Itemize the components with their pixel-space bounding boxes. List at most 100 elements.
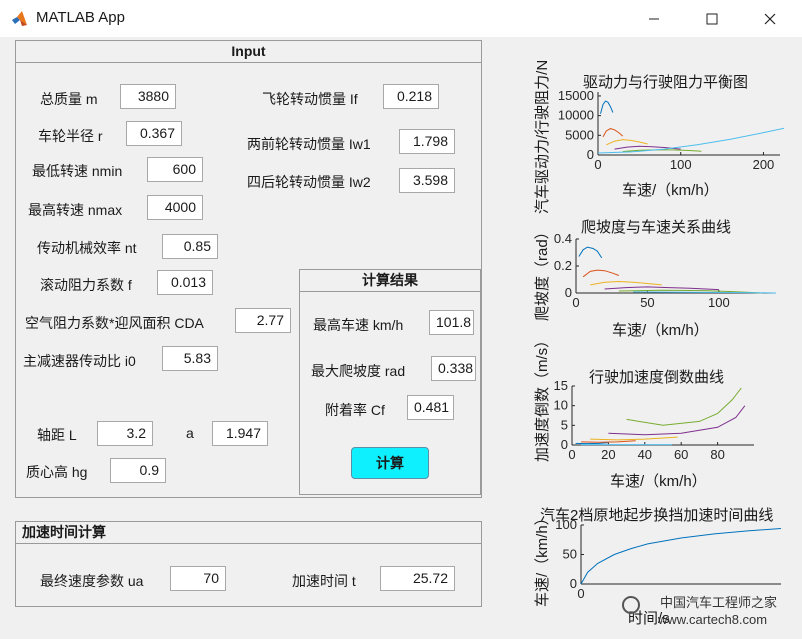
cda-field[interactable]: 2.77 (235, 308, 291, 333)
chart1-xlabel: 车速/（km/h） (622, 182, 719, 199)
chart3-x-tick-label: 80 (710, 447, 724, 462)
minimize-icon (649, 18, 659, 19)
chart3-title: 行驶加速度倒数曲线 (589, 369, 725, 386)
rolling-resistance-field[interactable]: 0.013 (157, 270, 213, 295)
a-label: a (186, 425, 194, 441)
rear-wheel-inertia-field[interactable]: 3.598 (399, 168, 455, 193)
chart3-x-tick-label: 0 (568, 447, 575, 462)
chart3-xlabel: 车速/（km/h） (610, 473, 707, 490)
chart2-series-line (582, 269, 620, 278)
chart2-title: 爬坡度与车速关系曲线 (581, 219, 732, 236)
i0-field[interactable]: 5.83 (162, 346, 218, 371)
chart3-ylabel: 加速度倒数（m/s） (534, 332, 551, 462)
chart3-series-line (626, 387, 742, 426)
max-speed-field[interactable]: 101.8 (429, 310, 474, 335)
chart1-series-line (597, 127, 785, 154)
chart1-series-line (600, 100, 614, 114)
chart1-plot: 0 100 200050001000015000 (558, 88, 785, 172)
front-wheel-inertia-label: 两前轮转动惯量 Iw1 (247, 136, 371, 152)
chart2-plot: 0 50 100 0 0.2 0.4 (554, 231, 777, 310)
watermark: 中国汽车工程师之家 www.cartech8.com (620, 588, 802, 636)
adhesion-field[interactable]: 0.481 (407, 395, 454, 420)
chart4-x-tick-label: 0 (577, 586, 584, 601)
adhesion-label: 附着率 Cf (325, 402, 385, 418)
chart2-x-tick-label: 50 (640, 295, 654, 310)
chart3-y-tick-label: 0 (561, 437, 568, 452)
chart3-y-tick-label: 10 (554, 398, 568, 413)
max-speed-label: 最高车速 km/h (313, 317, 404, 333)
efficiency-field[interactable]: 0.85 (162, 234, 218, 259)
close-icon (764, 13, 776, 24)
wheel-radius-field[interactable]: 0.367 (126, 121, 182, 146)
maximize-button[interactable] (683, 0, 741, 37)
chart2-series-line (604, 286, 719, 291)
cda-label: 空气阻力系数*迎风面积 CDA (25, 315, 204, 331)
chart2-series-line (590, 280, 662, 286)
accel-panel-title: 加速时间计算 (16, 522, 481, 544)
mass-label: 总质量 m (40, 91, 98, 107)
wheelbase-field[interactable]: 3.2 (97, 421, 153, 446)
input-panel-title: Input (16, 41, 481, 63)
nmax-label: 最高转速 nmax (28, 202, 123, 218)
watermark-name: 中国汽车工程师之家 (660, 595, 778, 610)
flywheel-inertia-label: 飞轮转动惯量 If (262, 91, 358, 107)
wheel-radius-label: 车轮半径 r (38, 128, 103, 144)
matlab-logo-icon (12, 11, 27, 26)
chart1-y-tick-label: 15000 (558, 88, 594, 103)
chart4-ylabel: 车速/（km/h） (534, 510, 551, 607)
rolling-resistance-label: 滚动阻力系数 f (40, 277, 132, 293)
chart1-y-tick-label: 0 (587, 147, 594, 162)
mass-field[interactable]: 3880 (120, 84, 176, 109)
chart3-x-tick-label: 40 (638, 447, 652, 462)
chart4-y-tick-label: 100 (555, 517, 577, 532)
chart1-y-tick-label: 10000 (558, 108, 594, 123)
nmin-field[interactable]: 600 (147, 157, 203, 182)
max-grade-label: 最大爬坡度 rad (311, 363, 406, 379)
accel-time-field[interactable]: 25.72 (380, 566, 455, 591)
wheelbase-label: 轴距 L (37, 427, 77, 443)
calculate-button[interactable]: 计算 (351, 447, 429, 479)
final-speed-field[interactable]: 70 (170, 566, 226, 591)
chart3-plot: 0 20 40 60 80051015 (554, 378, 754, 462)
chart2-y-tick-label: 0 (565, 285, 572, 300)
max-grade-field[interactable]: 0.338 (431, 356, 476, 381)
chart2-xlabel: 车速/（km/h） (612, 322, 709, 339)
chart4-series-line (580, 528, 782, 585)
chart2-y-tick-label: 0.2 (554, 258, 572, 273)
chart3-series-line (581, 440, 636, 443)
chart1-ylabel: 汽车驱动力/行驶阻力/N (534, 59, 551, 214)
chart3-series-line (575, 442, 609, 445)
chart3-x-tick-label: 60 (674, 447, 688, 462)
minimize-button[interactable] (625, 0, 683, 37)
chart3-x-tick-label: 20 (601, 447, 615, 462)
flywheel-inertia-field[interactable]: 0.218 (383, 84, 439, 109)
watermark-url: www.cartech8.com (658, 612, 768, 627)
nmax-field[interactable]: 4000 (147, 195, 203, 220)
accel-time-label: 加速时间 t (292, 573, 356, 589)
hg-field[interactable]: 0.9 (110, 458, 166, 483)
front-wheel-inertia-field[interactable]: 1.798 (399, 129, 455, 154)
chart4-y-tick-label: 0 (570, 576, 577, 591)
hg-label: 质心高 hg (26, 464, 88, 480)
results-panel-title: 计算结果 (300, 270, 480, 292)
chart3-y-tick-label: 5 (561, 417, 568, 432)
chart1-title: 驱动力与行驶阻力平衡图 (583, 74, 749, 91)
chart2-series-line (578, 246, 603, 259)
chart1-series-line (606, 139, 648, 146)
chart2-y-tick-label: 0.4 (554, 231, 572, 246)
rear-wheel-inertia-label: 四后轮转动惯量 Iw2 (247, 174, 371, 190)
close-button[interactable] (741, 0, 799, 37)
chart4-y-tick-label: 50 (563, 547, 577, 562)
window-title: MATLAB App (36, 9, 125, 26)
chart1-series-line (602, 128, 624, 138)
chart1-y-tick-label: 5000 (565, 127, 594, 142)
chart2-x-tick-label: 100 (708, 295, 730, 310)
final-speed-label: 最终速度参数 ua (40, 573, 144, 589)
chart2-x-tick-label: 0 (572, 295, 579, 310)
efficiency-label: 传动机械效率 nt (37, 240, 137, 256)
chart1-x-tick-label: 200 (753, 157, 775, 172)
chart1-x-tick-label: 0 (594, 157, 601, 172)
chart3-series-line (590, 436, 678, 441)
a-field[interactable]: 1.947 (212, 421, 268, 446)
wechat-icon (622, 596, 640, 614)
